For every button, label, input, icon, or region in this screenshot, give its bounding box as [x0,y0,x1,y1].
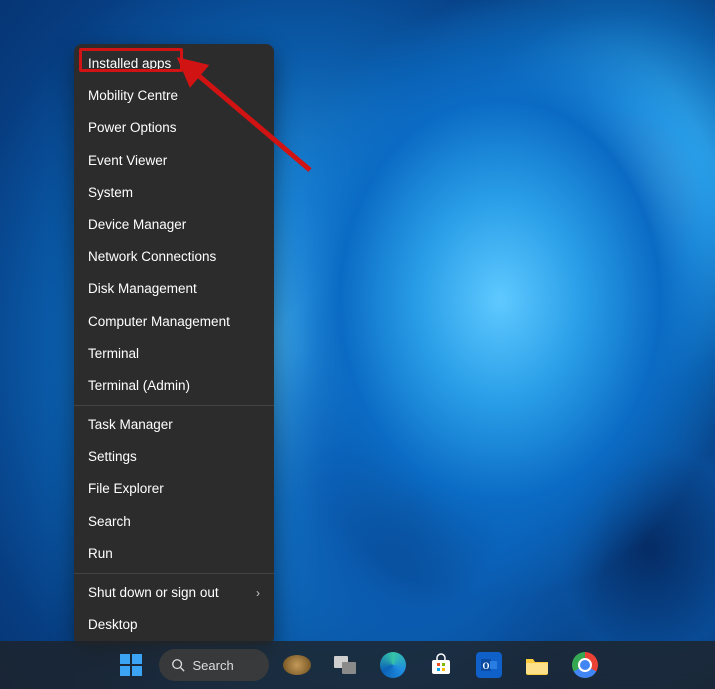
menu-item-power-options[interactable]: Power Options [74,112,274,144]
menu-item-task-manager[interactable]: Task Manager [74,409,274,441]
menu-item-mobility-centre[interactable]: Mobility Centre [74,80,274,112]
menu-label: Run [88,546,113,562]
menu-item-file-explorer[interactable]: File Explorer [74,473,274,505]
widgets-icon [283,655,311,675]
menu-label: Terminal (Admin) [88,378,190,394]
menu-separator [74,405,274,406]
menu-item-disk-management[interactable]: Disk Management [74,273,274,305]
store-icon [428,652,454,678]
menu-item-search[interactable]: Search [74,506,274,538]
menu-label: File Explorer [88,481,164,497]
menu-item-terminal[interactable]: Terminal [74,338,274,370]
menu-item-settings[interactable]: Settings [74,441,274,473]
winx-context-menu: Installed apps Mobility Centre Power Opt… [74,44,274,645]
menu-item-terminal-admin[interactable]: Terminal (Admin) [74,370,274,402]
menu-item-run[interactable]: Run [74,538,274,570]
menu-item-shutdown[interactable]: Shut down or sign out › [74,577,274,609]
menu-label: Task Manager [88,417,173,433]
menu-item-system[interactable]: System [74,177,274,209]
menu-label: Search [88,514,131,530]
search-placeholder: Search [193,658,234,673]
taskbar-chrome-button[interactable] [565,645,605,685]
start-button[interactable] [111,645,151,685]
svg-text:O: O [482,661,489,671]
chrome-icon [572,652,598,678]
folder-icon [524,652,550,678]
menu-label: Event Viewer [88,153,167,169]
taskbar-edge-button[interactable] [373,645,413,685]
menu-label: Terminal [88,346,139,362]
menu-label: Mobility Centre [88,88,178,104]
menu-item-desktop[interactable]: Desktop [74,609,274,641]
menu-item-network-connections[interactable]: Network Connections [74,241,274,273]
taskbar-store-button[interactable] [421,645,461,685]
menu-label: Disk Management [88,281,197,297]
menu-label: Computer Management [88,314,230,330]
menu-item-event-viewer[interactable]: Event Viewer [74,145,274,177]
menu-label: System [88,185,133,201]
menu-label: Desktop [88,617,138,633]
menu-label: Device Manager [88,217,186,233]
menu-item-computer-management[interactable]: Computer Management [74,306,274,338]
outlook-icon: O [476,652,502,678]
taskbar-outlook-button[interactable]: O [469,645,509,685]
search-icon [171,658,185,672]
task-view-icon [332,652,358,678]
windows-logo-icon [120,654,142,676]
menu-separator [74,573,274,574]
chevron-right-icon: › [256,586,260,600]
menu-label: Installed apps [88,56,171,72]
taskbar-search[interactable]: Search [159,649,269,681]
menu-item-installed-apps[interactable]: Installed apps [74,48,274,80]
edge-icon [380,652,406,678]
menu-label: Shut down or sign out [88,585,219,601]
menu-item-device-manager[interactable]: Device Manager [74,209,274,241]
menu-label: Network Connections [88,249,216,265]
taskbar-widgets-button[interactable] [277,645,317,685]
menu-label: Settings [88,449,137,465]
taskbar: Search [0,641,715,689]
taskbar-task-view-button[interactable] [325,645,365,685]
menu-label: Power Options [88,120,177,136]
taskbar-file-explorer-button[interactable] [517,645,557,685]
